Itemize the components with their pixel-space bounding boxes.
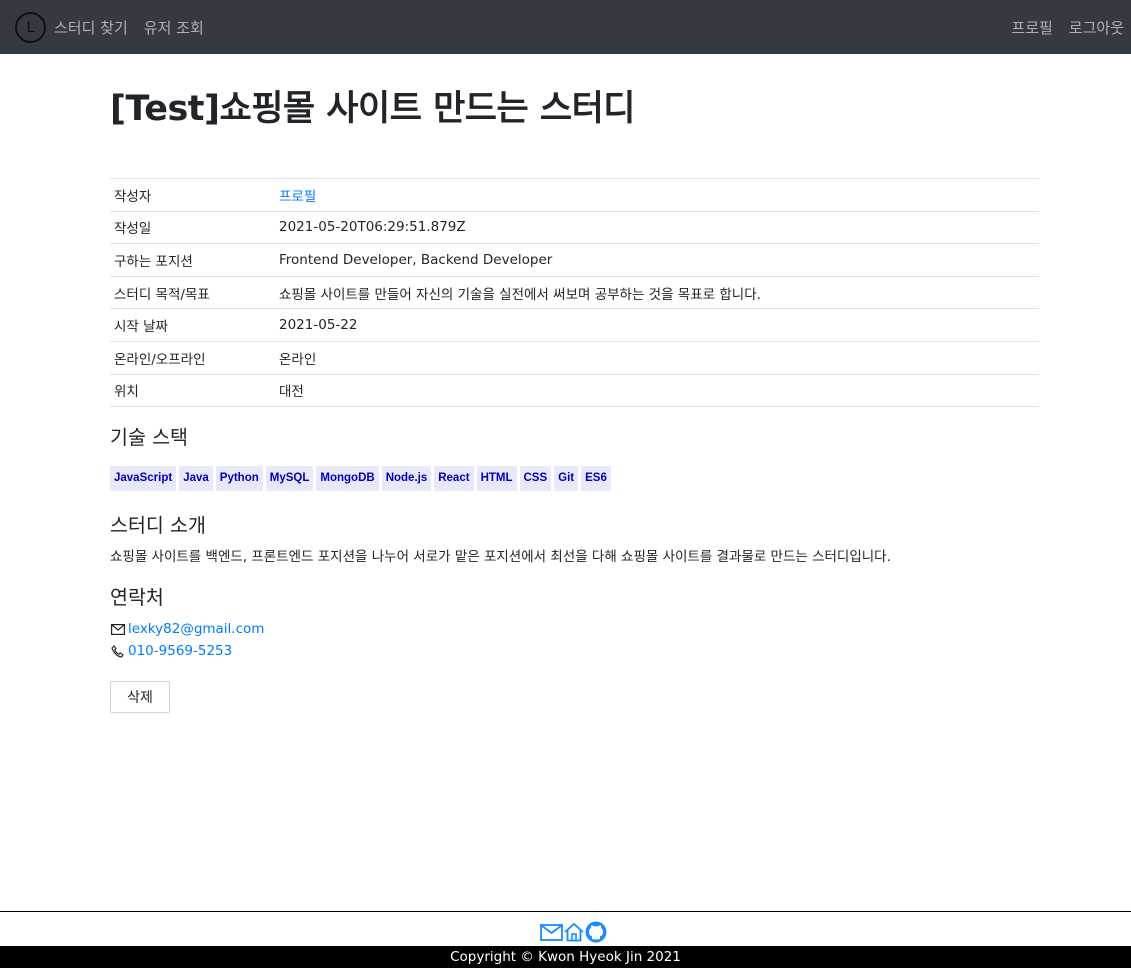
tech-badge: HTML bbox=[476, 466, 517, 492]
tech-badge: Python bbox=[215, 466, 263, 492]
nav-right: 프로필 로그아웃 bbox=[995, 17, 1124, 38]
page-title: [Test]쇼핑몰 사이트 만드는 스터디 bbox=[110, 89, 635, 129]
phone-link[interactable]: 010-9569-5253 bbox=[128, 643, 232, 659]
contact-heading: 연락처 bbox=[110, 586, 164, 610]
info-label: 온라인/오프라인 bbox=[110, 340, 279, 375]
tech-badge: React bbox=[434, 466, 474, 492]
nav-user-lookup-link[interactable]: 유저 조회 bbox=[144, 17, 204, 38]
info-value: 2021-05-22 bbox=[279, 308, 1039, 342]
email-row: lexky82@gmail.com bbox=[110, 618, 1040, 640]
info-row: 작성일 2021-05-20T06:29:51.879Z bbox=[110, 210, 1039, 244]
study-info-table: 작성자 프로필 작성일 2021-05-20T06:29:51.879Z 구하는 포지션… bbox=[110, 178, 1039, 408]
phone-row: 010-9569-5253 bbox=[110, 640, 1040, 662]
info-row: 스터디 목적/목표 쇼핑몰 사이트를 만들어 자신의 기술을 실전에서 써보며 공… bbox=[110, 275, 1039, 309]
info-row: 온라인/오프라인 온라인 bbox=[110, 340, 1039, 375]
info-row: 구하는 포지션 Frontend Developer, Backend Devel… bbox=[110, 243, 1039, 277]
tech-badge: Git bbox=[554, 466, 579, 492]
tech-badge: ES6 bbox=[581, 466, 611, 492]
logo-icon[interactable]: L bbox=[15, 11, 46, 43]
email-link[interactable]: lexky82@gmail.com bbox=[128, 621, 264, 637]
tech-badge: CSS bbox=[519, 466, 552, 492]
tech-badge: JavaScript bbox=[110, 466, 177, 492]
info-value: 쇼핑몰 사이트를 만들어 자신의 기술을 실전에서 써보며 공부하는 것을 목표… bbox=[279, 275, 1039, 309]
footer-icons bbox=[540, 921, 607, 943]
nav-find-study-link[interactable]: 스터디 찾기 bbox=[54, 17, 128, 38]
tech-badge: MySQL bbox=[265, 466, 314, 492]
mail-icon[interactable] bbox=[540, 923, 563, 941]
nav-profile-link[interactable]: 프로필 bbox=[1011, 17, 1052, 38]
info-row: 위치 대전 bbox=[110, 373, 1039, 408]
info-label: 구하는 포지션 bbox=[110, 243, 279, 277]
info-value: 2021-05-20T06:29:51.879Z bbox=[279, 210, 1039, 244]
footer-copyright: Copyright © Kwon Hyeok Jin 2021 bbox=[0, 946, 1131, 968]
info-label: 작성자 bbox=[110, 178, 279, 212]
tech-stack-badges: JavaScript Java Python MySQL MongoDB Node.js R… bbox=[110, 466, 1040, 492]
tech-stack-heading: 기술 스택 bbox=[110, 426, 188, 450]
nav-left: L 스터디 찾기 유저 조회 bbox=[15, 11, 220, 43]
top-navbar: L 스터디 찾기 유저 조회 프로필 로그아웃 bbox=[0, 0, 1131, 54]
delete-button[interactable]: 삭제 bbox=[110, 681, 170, 714]
info-value: Frontend Developer, Backend Developer bbox=[279, 243, 1039, 277]
phone-icon bbox=[110, 644, 125, 659]
github-icon[interactable] bbox=[585, 921, 607, 943]
tech-badge: MongoDB bbox=[316, 466, 379, 492]
footer-divider bbox=[0, 911, 1131, 912]
envelope-icon bbox=[110, 622, 125, 637]
intro-text: 쇼핑몰 사이트를 백엔드, 프론트엔드 포지션을 나누어 서로가 맡은 포지션에… bbox=[110, 549, 891, 566]
info-row: 작성자 프로필 bbox=[110, 178, 1039, 212]
info-label: 위치 bbox=[110, 373, 279, 408]
author-profile-link[interactable]: 프로필 bbox=[279, 189, 316, 205]
nav-logout-link[interactable]: 로그아웃 bbox=[1069, 17, 1124, 38]
home-icon[interactable] bbox=[563, 922, 585, 942]
study-detail: [Test]쇼핑몰 사이트 만드는 스터디 작성자 프로필 작성일 2021-05-2… bbox=[110, 54, 1040, 714]
logo-letter: L bbox=[26, 18, 35, 36]
info-value: 프로필 bbox=[279, 178, 1039, 212]
info-value: 대전 bbox=[279, 373, 1039, 408]
info-label: 시작 날짜 bbox=[110, 308, 279, 342]
intro-heading: 스터디 소개 bbox=[110, 514, 206, 538]
tech-badge: Node.js bbox=[381, 466, 432, 492]
info-label: 스터디 목적/목표 bbox=[110, 275, 279, 309]
tech-badge: Java bbox=[179, 466, 213, 492]
info-value: 온라인 bbox=[279, 340, 1039, 375]
info-row: 시작 날짜 2021-05-22 bbox=[110, 308, 1039, 342]
info-label: 작성일 bbox=[110, 210, 279, 244]
